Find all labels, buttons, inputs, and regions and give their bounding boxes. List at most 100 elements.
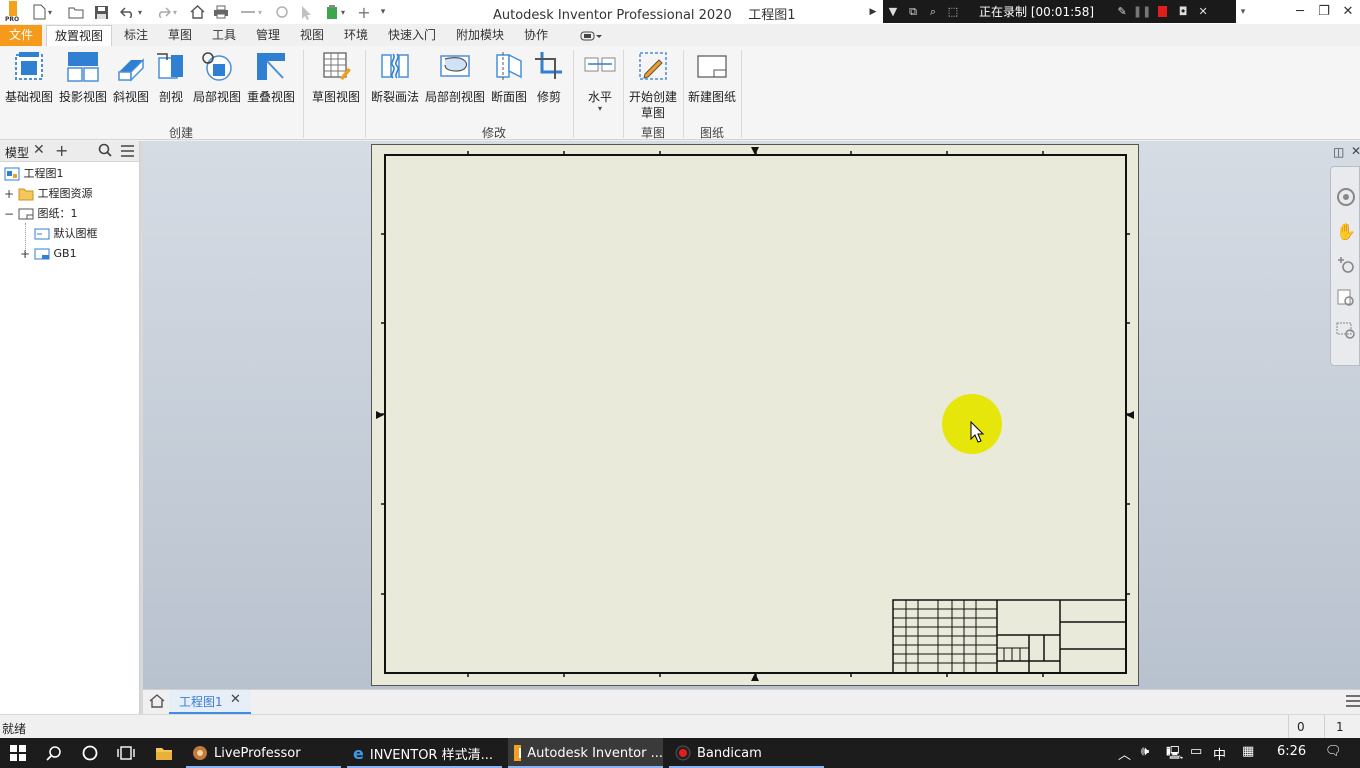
redo-icon[interactable]: ▾ [150, 3, 182, 21]
inventor-logo-icon[interactable]: PRO [4, 1, 22, 23]
taskbar-app-bandicam[interactable]: Bandicam [669, 738, 824, 768]
undo-icon[interactable]: ▾ [115, 3, 147, 21]
search-icon[interactable] [98, 143, 112, 157]
tab-environments[interactable]: 环境 [339, 25, 373, 46]
tab-sketch[interactable]: 草图 [163, 25, 197, 46]
tab-view[interactable]: 视图 [295, 25, 329, 46]
zoom-icon[interactable] [1335, 255, 1357, 277]
taskbar-app-inventor[interactable]: Autodesk Inventor ... [508, 738, 663, 768]
add-icon[interactable]: + [356, 3, 372, 22]
keyboard-layout-icon[interactable]: ▦ [1242, 744, 1254, 759]
add-browser-icon[interactable]: + [55, 141, 68, 160]
overlay-view-button[interactable]: 重叠视图 [246, 50, 296, 105]
close-icon[interactable]: ✕ [1336, 0, 1360, 24]
tree-item-title-block[interactable]: + GB1 [20, 244, 77, 264]
ribbon-display-options-icon[interactable] [574, 25, 608, 46]
base-view-icon [15, 52, 43, 80]
tab-annotate[interactable]: 标注 [119, 25, 153, 46]
close-recorder-icon[interactable]: ✕ [1193, 5, 1213, 18]
home-icon[interactable] [187, 3, 207, 21]
taskbar-app-liveprofessor[interactable]: LiveProfessor [186, 738, 341, 768]
close-browser-icon[interactable]: ✕ [33, 142, 45, 158]
new-file-icon[interactable]: ▾ [30, 3, 54, 21]
close-navbar-icon[interactable]: ✕ [1351, 144, 1360, 158]
steering-wheel-icon[interactable] [1335, 187, 1357, 209]
base-view-button[interactable]: 基础视图 [4, 50, 54, 105]
search-expand-icon[interactable]: ▶ [866, 3, 880, 21]
zoom-window-icon[interactable] [1335, 320, 1357, 342]
appearance-icon[interactable]: ▾ [319, 3, 351, 21]
tab-add-ins[interactable]: 附加模块 [451, 25, 509, 46]
tab-file[interactable]: 文件 [0, 25, 42, 46]
break-button[interactable]: 断裂画法 [370, 50, 420, 105]
expand-icon[interactable]: + [4, 184, 14, 204]
browser-tab-model[interactable]: 模型 [5, 144, 29, 161]
power-icon[interactable]: ▭ [1190, 744, 1202, 759]
tree-item-drawing[interactable]: 工程图1 [4, 164, 64, 184]
auxiliary-view-button[interactable]: 斜视图 [112, 50, 150, 105]
region-icon[interactable]: ⬚ [943, 5, 963, 18]
start-sketch-button[interactable]: 开始创建 草图 [627, 50, 679, 121]
dropdown-icon[interactable]: ▼ [883, 5, 903, 18]
window-icon[interactable]: ⧉ [903, 5, 923, 19]
file-explorer-icon[interactable] [146, 738, 182, 768]
stop-record-icon[interactable] [1158, 6, 1168, 17]
clock[interactable]: 6:26 [1277, 744, 1306, 759]
draft-view-button[interactable]: 草图视图 [310, 50, 362, 105]
measure-icon[interactable]: ▾ [235, 3, 267, 21]
maximize-icon[interactable]: ❐ [1312, 0, 1336, 24]
graphics-window[interactable]: ✋ ◫ ✕ [143, 141, 1360, 689]
browser-menu-icon[interactable] [121, 145, 134, 157]
zoom-icon[interactable]: ⌕ [923, 5, 943, 19]
pencil-icon[interactable]: ✎ [1112, 5, 1132, 18]
cortana-icon[interactable] [72, 738, 108, 768]
camera-icon[interactable]: ◘ [1173, 5, 1193, 18]
open-file-icon[interactable] [66, 3, 86, 21]
zoom-all-icon[interactable] [1335, 288, 1357, 310]
windows-start-icon[interactable] [0, 738, 36, 768]
section-view-button[interactable]: 剖视 [154, 50, 188, 105]
tray-expand-icon[interactable]: ︿ [1118, 744, 1131, 763]
tree-item-drawing-resources[interactable]: + 工程图资源 [4, 184, 93, 204]
network-icon[interactable]: 🖳 [1166, 744, 1183, 766]
select-icon[interactable] [296, 3, 318, 21]
volume-icon[interactable]: 🕪 [1141, 744, 1149, 759]
search-icon[interactable] [36, 738, 72, 768]
recorder-menu-icon[interactable]: ▾ [1236, 3, 1250, 21]
tab-tools[interactable]: 工具 [207, 25, 241, 46]
tab-collaborate[interactable]: 协作 [519, 25, 553, 46]
tab-place-views[interactable]: 放置视图 [46, 25, 112, 46]
action-center-icon[interactable]: 🗨 [1325, 744, 1342, 759]
view-layout-icon[interactable]: ◫ [1333, 145, 1344, 159]
print-icon[interactable] [211, 3, 231, 21]
crop-button[interactable]: 修剪 [532, 50, 566, 105]
update-icon[interactable] [271, 3, 293, 21]
horizontal-align-button[interactable]: 水平 ▾ [580, 50, 620, 113]
document-menu-icon[interactable] [1346, 694, 1360, 708]
drawing-sheet[interactable] [371, 144, 1139, 686]
close-document-icon[interactable]: ✕ [230, 692, 241, 707]
collapse-icon[interactable]: − [4, 204, 14, 224]
slice-button[interactable]: 断面图 [490, 50, 528, 105]
save-icon[interactable] [91, 3, 111, 21]
tree-item-border[interactable]: 默认图框 [34, 224, 98, 244]
pause-icon[interactable]: ❚❚ [1132, 5, 1152, 18]
projected-view-button[interactable]: 投影视图 [58, 50, 108, 105]
taskbar-app-edge[interactable]: e INVENTOR 样式清... [347, 738, 502, 768]
detail-view-button[interactable]: 局部视图 [192, 50, 242, 105]
tree-item-sheet[interactable]: − 图纸：1 [4, 204, 78, 224]
break-out-icon [440, 55, 470, 77]
home-icon[interactable] [149, 693, 165, 709]
new-sheet-button[interactable]: 新建图纸 [686, 50, 738, 105]
break-out-button[interactable]: 局部剖视图 [424, 50, 486, 105]
task-view-icon[interactable] [108, 738, 144, 768]
tab-get-started[interactable]: 快速入门 [383, 25, 441, 46]
mouse-cursor-icon [970, 421, 984, 443]
pan-hand-icon[interactable]: ✋ [1335, 222, 1357, 244]
expand-icon[interactable]: + [20, 244, 30, 264]
ime-indicator[interactable]: 中 [1213, 744, 1226, 763]
document-tab[interactable]: 工程图1 ✕ [169, 690, 251, 714]
minimize-icon[interactable]: ─ [1288, 0, 1312, 24]
customize-qat-icon[interactable]: ▾ [376, 3, 390, 21]
tab-manage[interactable]: 管理 [251, 25, 285, 46]
